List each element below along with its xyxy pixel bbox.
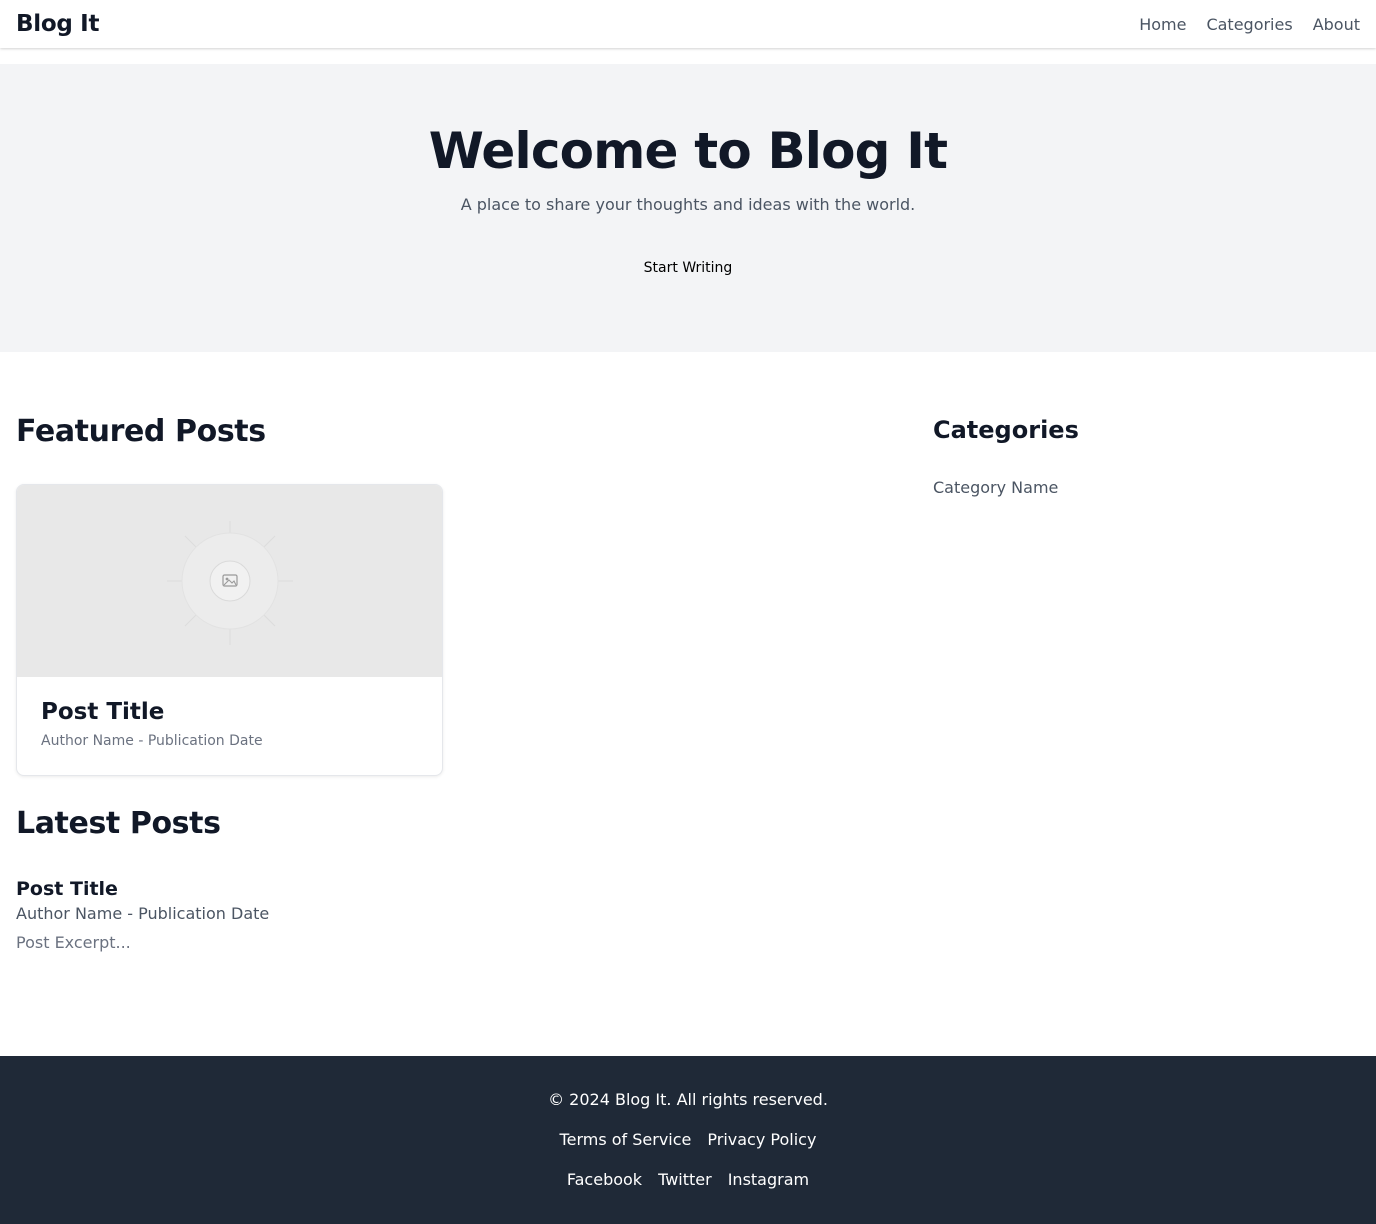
privacy-policy-link[interactable]: Privacy Policy [707, 1130, 816, 1149]
featured-post-title[interactable]: Post Title [41, 699, 418, 725]
image-placeholder-icon [167, 521, 293, 645]
featured-post-meta: Author Name - Publication Date [41, 733, 263, 749]
main-nav: Home Categories About [1139, 15, 1360, 34]
social-links: Facebook Twitter Instagram [0, 1170, 1376, 1189]
twitter-link[interactable]: Twitter [658, 1170, 712, 1189]
card-body: Post Title Author Name - Publication Dat… [17, 677, 442, 771]
instagram-link[interactable]: Instagram [728, 1170, 809, 1189]
site-logo[interactable]: Blog It [16, 11, 99, 37]
page: Blog It Home Categories About Welcome to… [0, 0, 1376, 1224]
nav-link-about[interactable]: About [1313, 15, 1360, 34]
categories-heading: Categories [933, 416, 1079, 444]
categories-sidebar: Categories Category Name [933, 416, 1360, 497]
hero-title: Welcome to Blog It [428, 122, 948, 180]
post-image-placeholder [17, 485, 442, 677]
featured-post-card[interactable]: Post Title Author Name - Publication Dat… [16, 484, 443, 776]
terms-of-service-link[interactable]: Terms of Service [560, 1130, 692, 1149]
copyright-text: © 2024 Blog It. All rights reserved. [548, 1090, 828, 1109]
latest-post-title[interactable]: Post Title [16, 878, 616, 900]
hero-subtitle: A place to share your thoughts and ideas… [460, 195, 916, 214]
latest-post-item: Post Title Author Name - Publication Dat… [16, 878, 616, 952]
nav-link-home[interactable]: Home [1139, 15, 1186, 34]
hero-section: Welcome to Blog It A place to share your… [0, 64, 1376, 352]
latest-posts-heading: Latest Posts [16, 806, 221, 841]
latest-post-meta: Author Name - Publication Date [16, 904, 270, 923]
category-link[interactable]: Category Name [933, 478, 1058, 497]
nav-link-categories[interactable]: Categories [1206, 15, 1292, 34]
latest-post-excerpt: Post Excerpt... [16, 933, 131, 952]
site-header: Blog It Home Categories About [0, 0, 1376, 48]
facebook-link[interactable]: Facebook [567, 1170, 642, 1189]
site-footer: © 2024 Blog It. All rights reserved. Ter… [0, 1056, 1376, 1224]
featured-posts-heading: Featured Posts [16, 414, 266, 449]
footer-links: Terms of Service Privacy Policy [0, 1130, 1376, 1149]
start-writing-button[interactable]: Start Writing [632, 254, 745, 282]
